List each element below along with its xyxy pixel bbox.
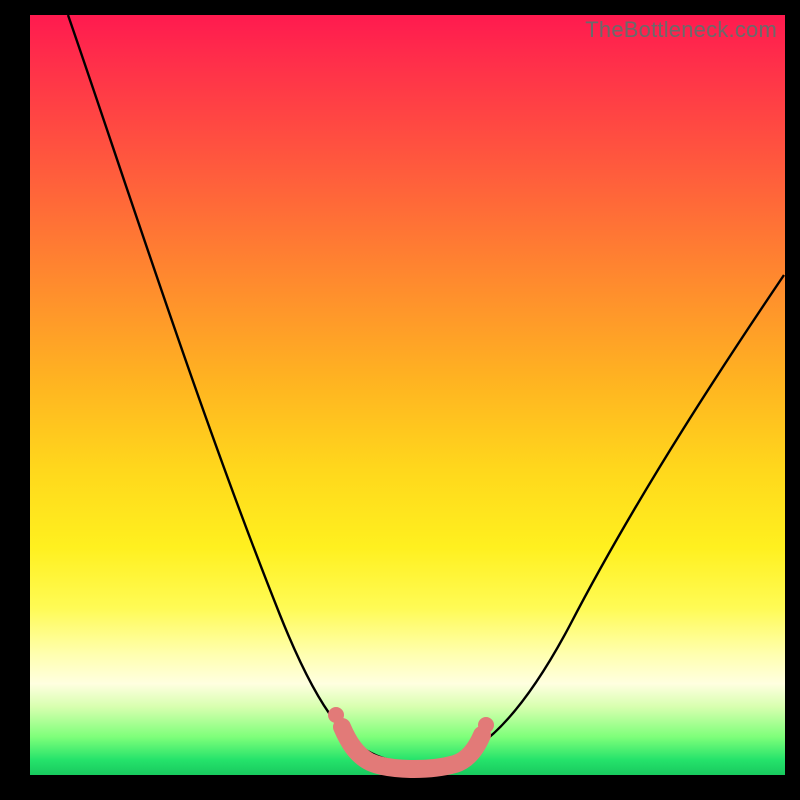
- valley-marker-dot-left: [328, 707, 344, 723]
- plot-area: TheBottleneck.com: [30, 15, 785, 775]
- valley-marker-dot-right: [478, 717, 494, 733]
- valley-marker: [342, 727, 482, 769]
- curve-path: [68, 15, 784, 763]
- bottleneck-curve: [30, 15, 785, 775]
- chart-frame: TheBottleneck.com: [0, 0, 800, 800]
